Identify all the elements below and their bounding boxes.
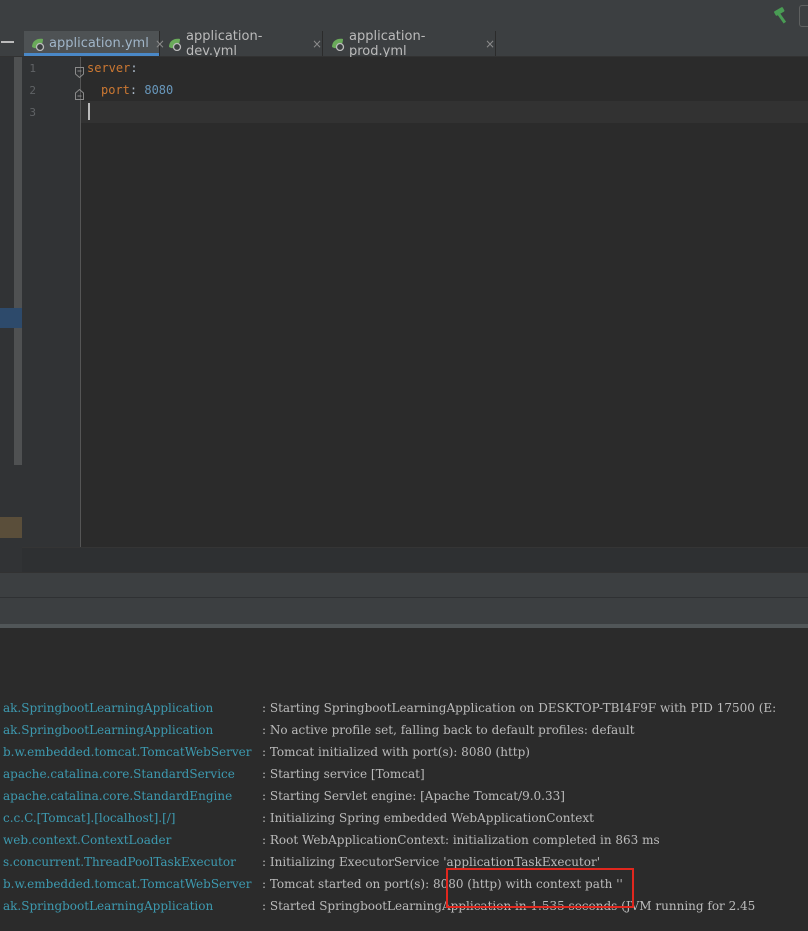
code-editor[interactable] [81, 57, 808, 547]
spring-yaml-file-icon [330, 37, 346, 51]
editor-gutter [22, 57, 80, 547]
log-source: ak.SpringbootLearningApplication [3, 723, 214, 737]
log-source: ak.SpringbootLearningApplication [3, 701, 214, 715]
tab-application-yml[interactable]: application.yml × [24, 31, 165, 56]
close-icon[interactable]: × [485, 37, 495, 51]
spring-yaml-file-icon [167, 37, 183, 51]
log-source: ak.SpringbootLearningApplication [3, 899, 214, 913]
yaml-key: server [87, 61, 131, 75]
console-log-row: b.w.embedded.tomcat.TomcatWebServer: Tom… [0, 873, 808, 895]
yaml-separator: : [129, 83, 145, 97]
code-line-2[interactable]: port: 8080 [101, 83, 173, 97]
log-source: s.concurrent.ThreadPoolTaskExecutor [3, 855, 236, 869]
tab-label: application-prod.yml [349, 28, 426, 59]
log-message: : Initializing Spring embedded WebApplic… [262, 811, 594, 825]
collapse-icon[interactable] [1, 41, 14, 43]
console-log-row: ak.SpringbootLearningApplication: Starte… [0, 895, 808, 917]
run-toolbar [0, 597, 808, 625]
console-log-row: apache.catalina.core.StandardService : St… [0, 763, 808, 785]
tab-label: application-dev.yml [186, 28, 263, 59]
log-message: : Root WebApplicationContext: initializa… [262, 833, 660, 847]
log-source: apache.catalina.core.StandardEngine [3, 789, 233, 803]
yaml-value: 8080 [144, 83, 174, 97]
log-source: b.w.embedded.tomcat.TomcatWebServer [3, 745, 252, 759]
toolbar-dropdown-button[interactable] [799, 5, 808, 27]
hammer-icon[interactable] [771, 6, 791, 26]
log-message: : Starting service [Tomcat] [262, 767, 425, 781]
yaml-separator: : [130, 61, 138, 75]
project-selected-row[interactable] [0, 308, 22, 328]
console-log-row: ak.SpringbootLearningApplication : No act… [0, 719, 808, 741]
tab-application-dev-yml[interactable]: application-dev.yml × [161, 28, 323, 59]
console-log-row: ak.SpringbootLearningApplication : Starti… [0, 697, 808, 719]
current-line-highlight [81, 101, 808, 123]
log-message: : Starting Servlet engine: [Apache Tomca… [262, 789, 565, 803]
log-source: b.w.embedded.tomcat.TomcatWebServer [3, 877, 252, 891]
fold-open-icon[interactable] [75, 63, 84, 79]
top-toolbar [0, 0, 808, 32]
tool-window-header [0, 572, 808, 598]
text-caret [88, 103, 90, 120]
annotation-highlight-box [446, 868, 634, 908]
yaml-key: port [101, 83, 130, 97]
editor-breadcrumb-bar [22, 547, 808, 573]
fold-close-icon[interactable] [75, 85, 84, 100]
log-source: c.c.C.[Tomcat].[localhost].[/] [3, 811, 176, 825]
gutter-divider [80, 57, 81, 547]
console-log-row: s.concurrent.ThreadPoolTaskExecutor: Ini… [0, 851, 808, 873]
line-number: 1 [29, 62, 36, 75]
close-icon[interactable]: × [312, 37, 322, 51]
console-log-row: apache.catalina.core.StandardEngine : Sta… [0, 785, 808, 807]
line-number: 2 [29, 84, 36, 97]
line-number: 3 [29, 106, 36, 119]
project-panel-scrollbar[interactable] [14, 57, 22, 465]
tab-label: application.yml [49, 36, 149, 51]
log-source: apache.catalina.core.StandardService [3, 767, 235, 781]
log-message: : Starting SpringbootLearningApplication… [262, 701, 777, 715]
code-line-1[interactable]: server: [87, 61, 138, 75]
console-log-row: c.c.C.[Tomcat].[localhost].[/] : Initiali… [0, 807, 808, 829]
log-message: : Tomcat initialized with port(s): 8080 … [262, 745, 530, 759]
console-log-row: web.context.ContextLoader : Root WebAppli… [0, 829, 808, 851]
tab-application-prod-yml[interactable]: application-prod.yml × [324, 28, 496, 59]
project-highlight-row[interactable] [0, 517, 22, 538]
spring-yaml-file-icon [30, 37, 46, 51]
console-log-row: b.w.embedded.tomcat.TomcatWebServer : Tom… [0, 741, 808, 763]
log-message: : No active profile set, falling back to… [262, 723, 635, 737]
log-source: web.context.ContextLoader [3, 833, 172, 847]
